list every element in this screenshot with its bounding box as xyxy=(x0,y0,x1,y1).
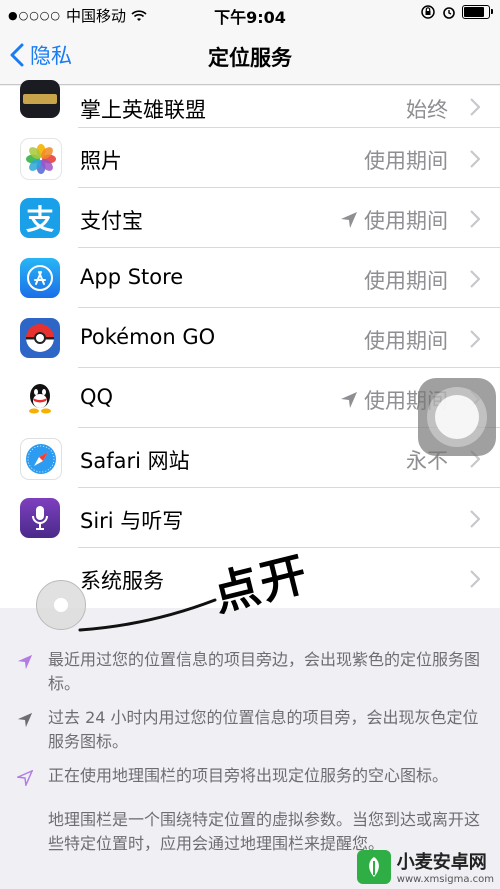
app-name: App Store xyxy=(80,265,184,289)
tap-indicator xyxy=(36,580,86,630)
navigation-bar: 隐私 定位服务 xyxy=(0,28,500,85)
permission-value: 始终 xyxy=(406,98,448,122)
app-name: Pokémon GO xyxy=(80,325,216,349)
location-legend: 最近用过您的位置信息的项目旁边，会出现紫色的定位服务图标。 过去 24 小时内用… xyxy=(0,648,500,866)
lol-icon xyxy=(20,80,60,118)
permission-value: 使用期间 xyxy=(364,329,448,353)
page-title: 定位服务 xyxy=(208,46,292,70)
chevron-right-icon xyxy=(470,570,480,588)
app-name: 照片 xyxy=(80,149,122,173)
app-name: QQ xyxy=(80,385,114,409)
app-name: 掌上英雄联盟 xyxy=(80,98,206,122)
app-location-list: 掌上英雄联盟 始终 照片 使用期间 支 支付宝 使用期间 App Store 使… xyxy=(0,80,500,608)
safari-icon xyxy=(20,438,62,480)
photos-icon xyxy=(20,138,62,180)
alipay-icon: 支 xyxy=(20,198,60,238)
gray-location-arrow-icon xyxy=(17,712,33,728)
watermark-logo-icon xyxy=(356,849,391,884)
watermark-name: 小麦安卓网 xyxy=(396,852,487,873)
note-outline: 正在使用地理围栏的项目旁将出现定位服务的空心图标。 xyxy=(0,764,500,788)
watermark: 小麦安卓网 www.xmsigma.com xyxy=(356,848,494,885)
watermark-url: www.xmsigma.com xyxy=(396,874,494,885)
pokemongo-icon xyxy=(20,318,60,358)
permission-value: 使用期间 xyxy=(364,149,448,173)
chevron-right-icon xyxy=(470,510,480,528)
list-item-alipay[interactable]: 支 支付宝 使用期间 xyxy=(0,188,500,248)
outline-location-arrow-icon xyxy=(17,770,33,786)
list-item-pokemongo[interactable]: Pokémon GO 使用期间 xyxy=(0,308,500,368)
chevron-right-icon xyxy=(470,150,480,168)
permission-value: 使用期间 xyxy=(364,269,448,293)
app-name: Safari 网站 xyxy=(80,449,190,473)
app-name: Siri 与听写 xyxy=(80,509,184,533)
chevron-right-icon xyxy=(470,98,480,116)
assistive-touch-button[interactable] xyxy=(418,378,496,456)
app-name: 系统服务 xyxy=(80,569,164,593)
orientation-lock-icon xyxy=(421,5,435,19)
appstore-icon xyxy=(20,258,60,298)
app-name: 支付宝 xyxy=(80,209,143,233)
qq-icon xyxy=(20,378,60,418)
permission-value: 使用期间 xyxy=(340,205,448,235)
list-item-appstore[interactable]: App Store 使用期间 xyxy=(0,248,500,308)
alarm-icon xyxy=(443,7,455,19)
list-item-siri[interactable]: Siri 与听写 xyxy=(0,488,500,548)
note-purple: 最近用过您的位置信息的项目旁边，会出现紫色的定位服务图标。 xyxy=(0,648,500,696)
chevron-right-icon xyxy=(470,330,480,348)
note-gray: 过去 24 小时内用过您的位置信息的项目旁，会出现灰色定位服务图标。 xyxy=(0,706,500,754)
list-item-lol[interactable]: 掌上英雄联盟 始终 xyxy=(0,80,500,128)
status-bar: ●○○○○ 中国移动 下午9:04 xyxy=(0,0,500,28)
purple-location-arrow-icon xyxy=(17,654,33,670)
location-arrow-icon xyxy=(341,212,357,228)
list-item-photos[interactable]: 照片 使用期间 xyxy=(0,128,500,188)
chevron-right-icon xyxy=(470,210,480,228)
chevron-right-icon xyxy=(470,270,480,288)
location-arrow-icon xyxy=(341,392,357,408)
battery-icon xyxy=(462,5,493,19)
siri-icon xyxy=(20,498,60,538)
